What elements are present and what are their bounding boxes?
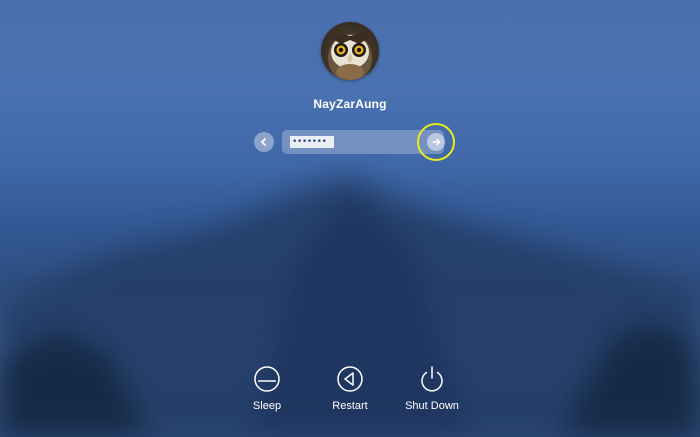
- password-masked-text: •••••••: [290, 136, 334, 148]
- sleep-icon: [254, 366, 280, 392]
- restart-label: Restart: [332, 400, 368, 412]
- shutdown-button[interactable]: Shut Down: [387, 364, 477, 412]
- sleep-label: Sleep: [252, 400, 282, 412]
- submit-highlight-ring: [417, 123, 455, 161]
- username-label: NayZarAung: [313, 97, 387, 111]
- restart-button[interactable]: Restart: [305, 364, 395, 412]
- restart-icon: [337, 366, 363, 392]
- back-button[interactable]: [254, 132, 274, 152]
- chevron-left-icon: [260, 137, 267, 147]
- owl-avatar: [328, 32, 372, 80]
- power-icon: [421, 366, 443, 392]
- user-avatar[interactable]: [321, 22, 379, 80]
- shutdown-label: Shut Down: [405, 400, 459, 412]
- sleep-button[interactable]: Sleep: [222, 364, 312, 412]
